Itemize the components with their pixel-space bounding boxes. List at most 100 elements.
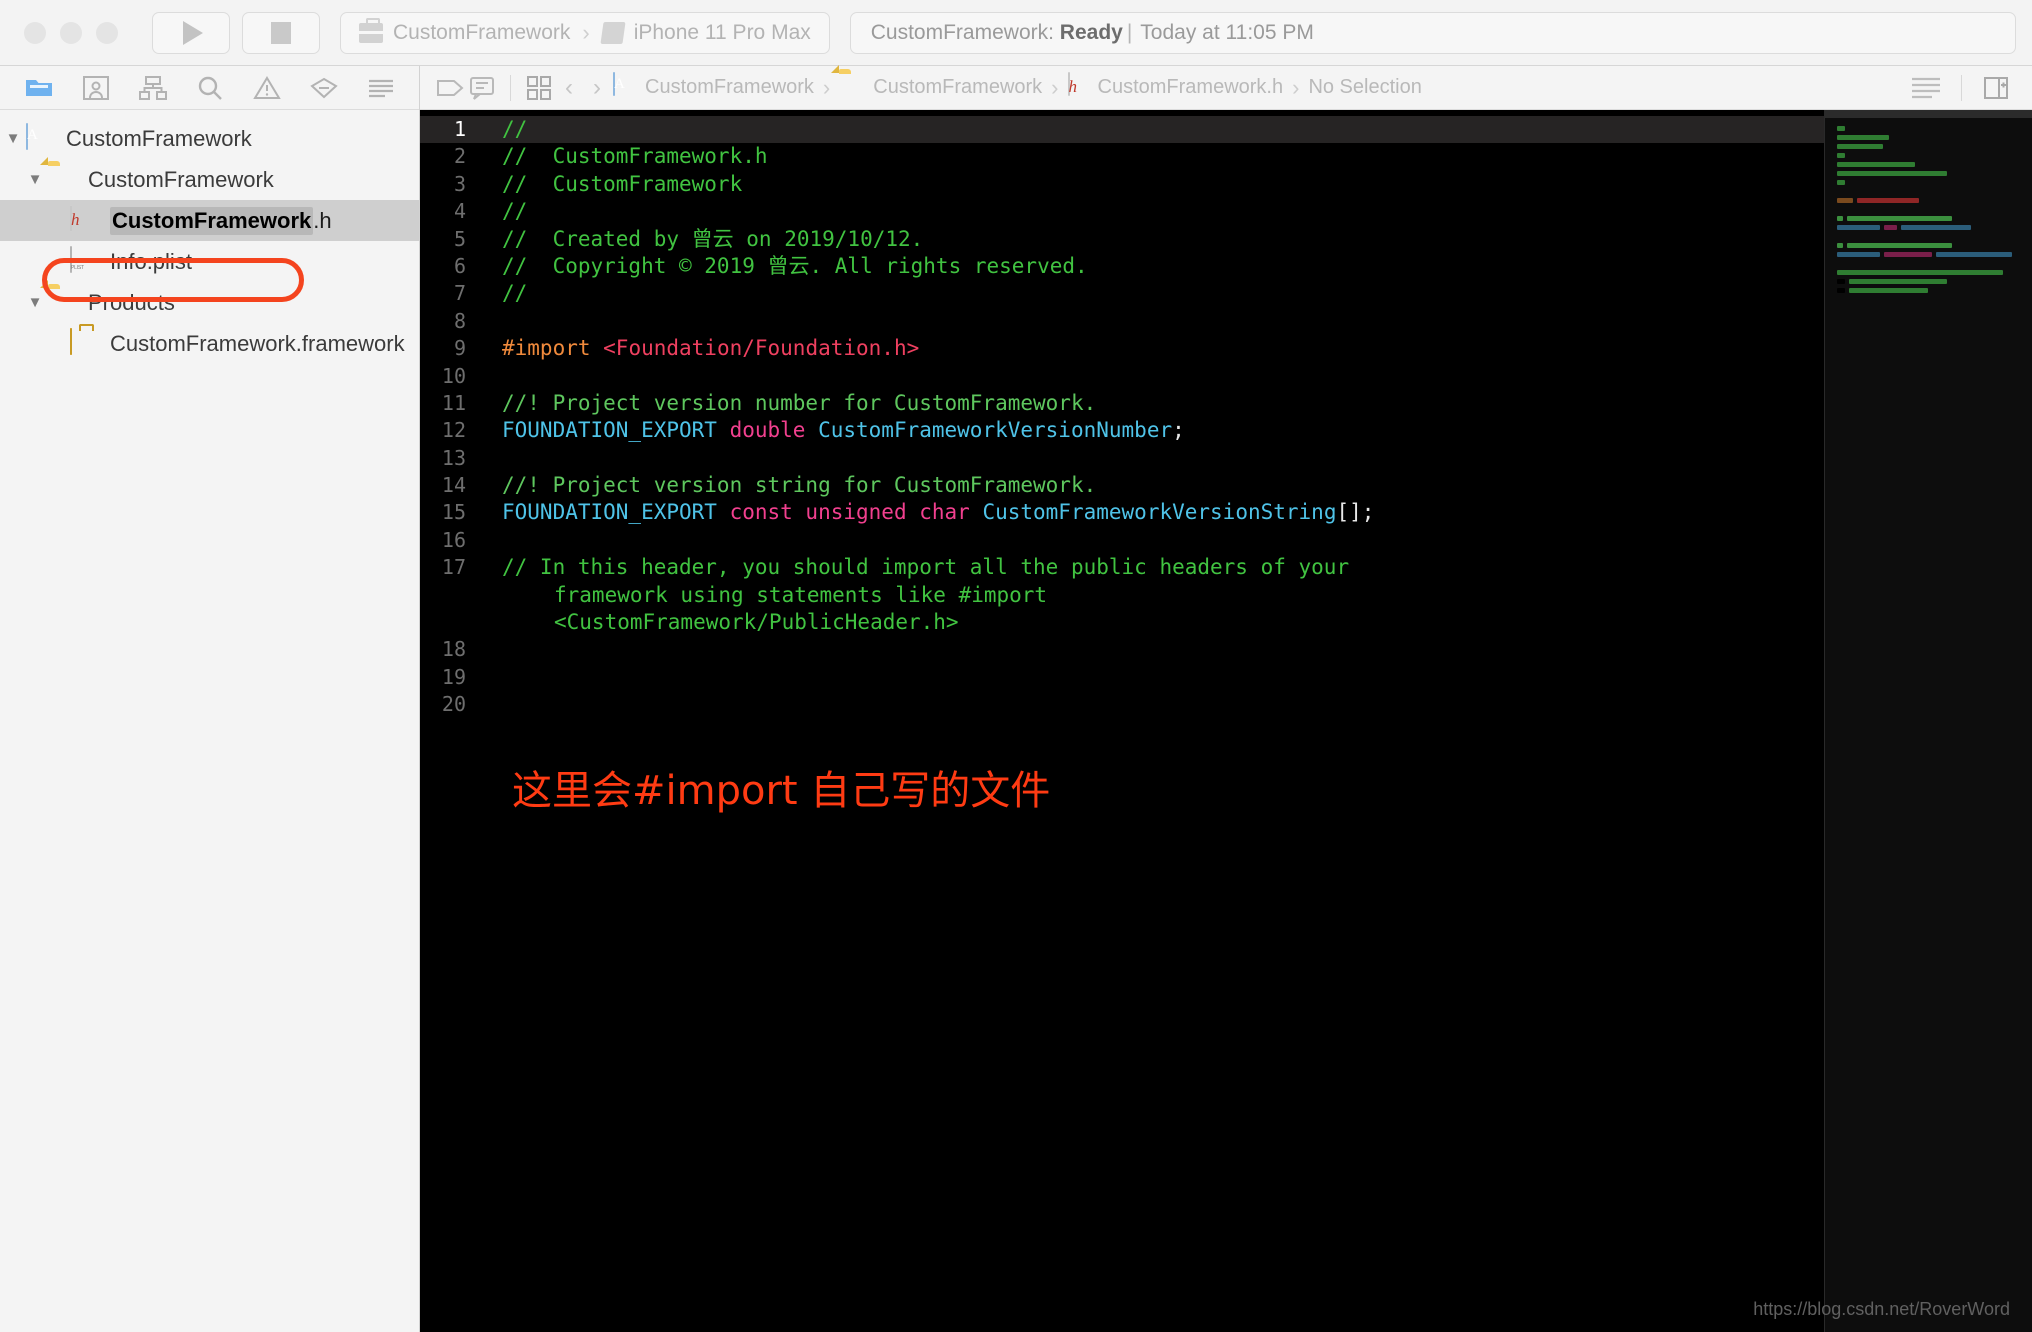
disclosure-spacer: . [44,253,70,270]
code-line[interactable] [502,308,1824,335]
play-icon [183,20,203,45]
breadcrumb-item-selection[interactable]: No Selection [1306,76,1423,99]
minimap-toggle-icon[interactable] [1903,76,1949,100]
tree-row-project[interactable]: ▼ CustomFramework [0,118,419,159]
minimap-segment [1857,198,1919,203]
jumpbar-divider [1961,74,1962,101]
line-number: 3 [453,171,466,196]
disclosure-triangle[interactable]: ▼ [22,171,48,188]
minimap-segment [1837,153,1845,158]
code-line[interactable]: FOUNDATION_EXPORT double CustomFramework… [502,417,1824,444]
project-icon [26,122,56,154]
code-line-wrapped[interactable]: <CustomFramework/PublicHeader.h> [502,609,1824,636]
minimap-segment [1837,135,1889,140]
stop-button[interactable] [242,11,320,54]
minimap-segment [1837,144,1883,149]
code-line[interactable]: //! Project version string for CustomFra… [502,472,1824,499]
line-number: 11 [441,390,466,415]
sidebar-item-source-control-navigator[interactable] [79,74,113,102]
code-token: #import [502,336,604,361]
code-token: <Foundation/Foundation.h> [603,336,920,361]
line-number: 12 [441,418,466,443]
code-line[interactable]: // [502,280,1824,307]
code-line[interactable] [502,527,1824,554]
sidebar-item-report-navigator[interactable] [364,74,398,102]
minimap-segment [1837,198,1853,203]
code-token: []; [1336,500,1375,525]
code-line[interactable]: // [502,198,1824,225]
assistant-editor-icon[interactable] [1974,76,2018,100]
comment-balloon-icon[interactable] [466,76,498,100]
minimap-segment [1837,279,1845,284]
tag-icon[interactable] [434,78,466,98]
tree-row-customframework-framework[interactable]: . CustomFramework.framework [0,323,419,364]
code-line[interactable] [502,636,1824,663]
folder-icon [48,165,78,195]
minimize-window-button[interactable] [60,21,82,44]
code-text[interactable]: //// CustomFramework.h// CustomFramework… [476,110,1824,1332]
code-line[interactable]: // CustomFramework.h [502,143,1824,170]
comment-icon-glyph [470,76,494,100]
navigator-panel: ▼ CustomFramework ▼ CustomFramework . Cu… [0,66,420,1332]
traffic-lights [16,21,152,44]
minimap-segment [1837,252,1880,257]
code-line[interactable]: // CustomFramework [502,171,1824,198]
plist-file-icon [70,245,100,277]
scheme-target-label: CustomFramework [393,20,571,44]
minimap-row [1837,178,2022,187]
status-time: Today at 11:05 PM [1140,20,1314,44]
tree-row-customframework-h[interactable]: . CustomFramework.h [0,200,419,241]
code-line[interactable] [502,445,1824,472]
disclosure-spacer: . [44,335,70,352]
code-line[interactable] [502,691,1824,718]
back-arrow-icon[interactable]: ‹ [555,74,583,102]
minimap-viewport-indicator[interactable] [1825,110,2032,118]
minimap-segment [1847,216,1952,221]
editor-minimap[interactable] [1824,110,2032,1332]
code-line[interactable]: // [476,116,1824,144]
sidebar-item-project-navigator[interactable] [22,74,56,102]
forward-arrow-icon[interactable]: › [583,74,611,102]
code-line[interactable] [502,664,1824,691]
status-state: Ready [1059,20,1123,44]
breadcrumb-item-group[interactable]: CustomFramework [837,73,1044,103]
minimap-row [1837,277,2022,286]
breadcrumb-item-file[interactable]: CustomFramework.h [1066,71,1286,103]
sidebar-item-find-navigator[interactable] [193,74,227,102]
code-line[interactable] [502,363,1824,390]
code-line[interactable]: #import <Foundation/Foundation.h> [502,335,1824,362]
tag-icon-glyph [437,79,464,96]
disclosure-triangle[interactable]: ▼ [0,130,26,147]
minimap-segment [1936,252,2012,257]
code-scroll-area[interactable]: 1 2 3 4 5 6 7 8 9 10 11 12 13 14 15 16 17 18 19 20 //// Cu… [420,110,1824,1332]
header-file-icon [70,204,100,236]
code-line-wrapped[interactable]: framework using statements like #import [502,582,1824,609]
disclosure-triangle[interactable]: ▼ [22,294,48,311]
tree-row-group-products[interactable]: ▼ Products [0,282,419,323]
run-button[interactable] [152,11,230,54]
project-navigator-tree: ▼ CustomFramework ▼ CustomFramework . Cu… [0,110,419,1332]
jumpbar-divider [510,74,511,101]
scheme-selector[interactable]: CustomFramework › iPhone 11 Pro Max [340,11,830,54]
close-window-button[interactable] [24,21,46,44]
minimap-row [1837,223,2022,232]
sidebar-item-test-navigator[interactable] [307,74,341,102]
watermark-url: https://blog.csdn.net/RoverWord [1753,1299,2010,1319]
code-line[interactable]: // Copyright © 2019 曾云. All rights reser… [502,253,1824,280]
code-line[interactable]: // In this header, you should import all… [502,554,1824,581]
breadcrumb-item-project[interactable]: CustomFramework [611,71,816,103]
breadcrumb-label: CustomFramework [645,76,814,98]
sidebar-item-issue-navigator[interactable] [250,74,284,102]
header-file-icon [1067,71,1088,103]
sidebar-item-symbol-navigator[interactable] [136,74,170,102]
minimap-row [1837,250,2022,259]
related-items-icon[interactable] [523,75,555,101]
line-number: 7 [453,281,466,306]
code-line[interactable]: //! Project version number for CustomFra… [502,390,1824,417]
code-line[interactable]: // Created by 曾云 on 2019/10/12. [502,226,1824,253]
tree-row-info-plist[interactable]: . Info.plist [0,241,419,282]
zoom-window-button[interactable] [96,21,118,44]
tree-row-group-customframework[interactable]: ▼ CustomFramework [0,159,419,200]
xcode-window: CustomFramework › iPhone 11 Pro Max Cust… [0,0,2032,1332]
code-line[interactable]: FOUNDATION_EXPORT const unsigned char Cu… [502,499,1824,526]
